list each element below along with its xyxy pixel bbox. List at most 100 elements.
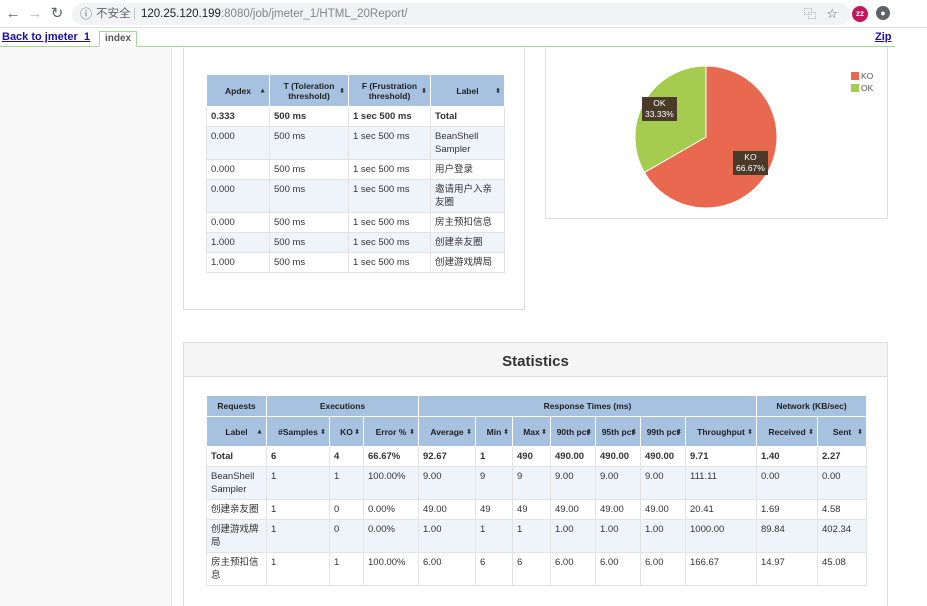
url-text: 120.25.120.199:8080/job/jmeter_1/HTML_20…	[141, 3, 408, 25]
stats-col-header[interactable]: #Samples ⬍	[266, 416, 330, 447]
table-row: 1.000 500 ms 1 sec 500 ms 创建游戏牌局	[206, 252, 505, 273]
legend-label: OK	[861, 83, 874, 93]
sort-icon: ⬍	[676, 428, 682, 436]
apdex-body: 0.333 500 ms 1 sec 500 ms Total 0.000 500 ms 1…	[206, 106, 505, 273]
info-icon[interactable]: ⓘ	[80, 3, 92, 25]
legend-item-ko[interactable]: KO	[851, 70, 873, 82]
stats-cell: 49.00	[418, 499, 476, 520]
sort-icon: ⬍	[747, 428, 754, 436]
header-label: Label	[225, 426, 248, 437]
apdex-cell-t: 500 ms	[269, 106, 349, 127]
apdex-cell-f: 1 sec 500 ms	[348, 232, 431, 253]
apdex-cell-apdex: 1.000	[206, 252, 270, 273]
apdex-cell-f: 1 sec 500 ms	[348, 159, 431, 180]
reload-icon[interactable]: ↻	[48, 5, 66, 23]
tab-index[interactable]: index	[99, 31, 138, 47]
zip-download-link[interactable]: Zip	[875, 31, 892, 43]
stats-cell: 4	[329, 446, 364, 467]
apdex-col-header[interactable]: Apdex ▲	[206, 74, 270, 107]
apdex-cell-f: 1 sec 500 ms	[348, 126, 431, 160]
stats-cell: 100.00%	[363, 552, 419, 586]
stats-cell: 66.67%	[363, 446, 419, 467]
table-row: 创建亲友圈 1 0 0.00% 49.00 49 49 49.00 49.00 49.00 20.4…	[206, 499, 868, 520]
address-bar[interactable]: ⓘ 不安全 | 120.25.120.199:8080/job/jmeter_1…	[72, 3, 850, 25]
stats-cell: 1	[266, 552, 330, 586]
stats-cell: 402.34	[817, 519, 868, 553]
profile-avatar[interactable]: zz	[852, 6, 868, 22]
label-col-header[interactable]: Label ⬍	[430, 74, 505, 107]
stats-cell: 49	[475, 499, 513, 520]
apdex-cell-apdex: 0.333	[206, 106, 270, 127]
back-to-job-link[interactable]: Back to jmeter_1	[2, 31, 90, 43]
stats-cell: 9	[512, 466, 551, 500]
apdex-table: Apdex ▲ T (Toleration threshold) ⬍ F (Frus…	[206, 74, 505, 273]
stats-col-header[interactable]: 99th pct ⬍	[640, 416, 686, 447]
apdex-cell-f: 1 sec 500 ms	[348, 252, 431, 273]
header-label: Error %	[375, 426, 407, 437]
stats-col-header[interactable]: 95th pct ⬍	[595, 416, 641, 447]
legend-swatch	[851, 84, 859, 92]
header-label: Max	[523, 426, 540, 437]
stats-cell: 1	[266, 466, 330, 500]
stats-cell: 1.69	[756, 499, 819, 520]
sort-icon: ⬍	[320, 428, 326, 436]
table-row: Total 6 4 66.67% 92.67 1 490 490.00 490.00 490.00…	[206, 446, 868, 467]
sort-icon: ⬍	[421, 87, 427, 95]
stats-cell: 6	[266, 446, 330, 467]
stats-cell: 1000.00	[684, 519, 758, 553]
stats-cell: 166.67	[684, 552, 758, 586]
stats-cell: 1	[329, 466, 364, 500]
apdex-cell-apdex: 0.000	[206, 126, 270, 160]
stats-col-header[interactable]: Label ▲	[206, 416, 267, 447]
table-row: 0.000 500 ms 1 sec 500 ms 邀请用户入亲友圈	[206, 179, 505, 213]
url-path: :8080/job/jmeter_1/HTML_20Report/	[220, 8, 408, 20]
stats-col-header[interactable]: KO ⬍	[329, 416, 364, 447]
stats-col-header[interactable]: Sent ⬍	[817, 416, 868, 447]
stats-col-header[interactable]: Error % ⬍	[363, 416, 419, 447]
bookmark-star-icon[interactable]: ☆	[826, 3, 838, 25]
stats-cell: 49.00	[550, 499, 596, 520]
frustration-col-header[interactable]: F (Frustration threshold) ⬍	[348, 74, 431, 107]
extension-icon[interactable]: ●	[876, 6, 890, 20]
stats-col-header[interactable]: 90th pct ⬍	[550, 416, 596, 447]
translate-icon[interactable]: ⿻	[804, 3, 816, 25]
stats-cell: Total	[206, 446, 267, 467]
header-label: 99th pct	[646, 426, 680, 437]
stats-cell: 2.27	[817, 446, 868, 467]
group-network: Network (KB/sec)	[756, 395, 868, 417]
table-row: 1.000 500 ms 1 sec 500 ms 创建亲友圈	[206, 232, 505, 253]
back-arrow-icon[interactable]: ←	[4, 5, 22, 23]
apdex-cell-label: 创建亲友圈	[430, 232, 505, 253]
stats-cell: 0.00%	[363, 499, 419, 520]
sort-icon: ⬍	[339, 87, 345, 95]
stats-col-header[interactable]: Max ⬍	[512, 416, 551, 447]
header-label: Label	[456, 85, 479, 96]
toleration-col-header[interactable]: T (Toleration threshold) ⬍	[269, 74, 349, 107]
stats-col-header[interactable]: Throughput ⬍	[684, 416, 758, 447]
stats-cell: 111.11	[684, 466, 758, 500]
stats-cell: 49	[512, 499, 551, 520]
stats-col-header[interactable]: Average ⬍	[418, 416, 476, 447]
stats-cell: 490.00	[595, 446, 641, 467]
apdex-cell-t: 500 ms	[269, 179, 349, 213]
sort-icon: ⬍	[503, 428, 509, 436]
legend-item-ok[interactable]: OK	[851, 82, 873, 94]
table-row: 0.333 500 ms 1 sec 500 ms Total	[206, 106, 505, 127]
stats-cell: 1	[266, 499, 330, 520]
apdex-cell-apdex: 0.000	[206, 159, 270, 180]
stats-cell: 9.00	[640, 466, 686, 500]
forward-arrow-icon[interactable]: →	[26, 5, 44, 23]
statistics-panel: Statistics Requests Executions Response …	[183, 342, 888, 606]
stats-cell: 1.00	[640, 519, 686, 553]
apdex-cell-label: 房主预扣信息	[430, 212, 505, 233]
table-row: BeanShell Sampler 1 1 100.00% 9.00 9 9 9.00 9.00…	[206, 466, 868, 500]
table-row: 0.000 500 ms 1 sec 500 ms 用户登录	[206, 159, 505, 180]
table-row: 0.000 500 ms 1 sec 500 ms 房主预扣信息	[206, 212, 505, 233]
sort-icon: ⬍	[808, 428, 815, 436]
apdex-cell-t: 500 ms	[269, 232, 349, 253]
pie-panel: KO OK OK 33.33% KO 66.67%	[545, 47, 888, 219]
stats-col-header[interactable]: Received ⬍	[756, 416, 819, 447]
stats-col-header[interactable]: Min ⬍	[475, 416, 513, 447]
stats-cell: 89.84	[756, 519, 819, 553]
stats-cell: 49.00	[595, 499, 641, 520]
